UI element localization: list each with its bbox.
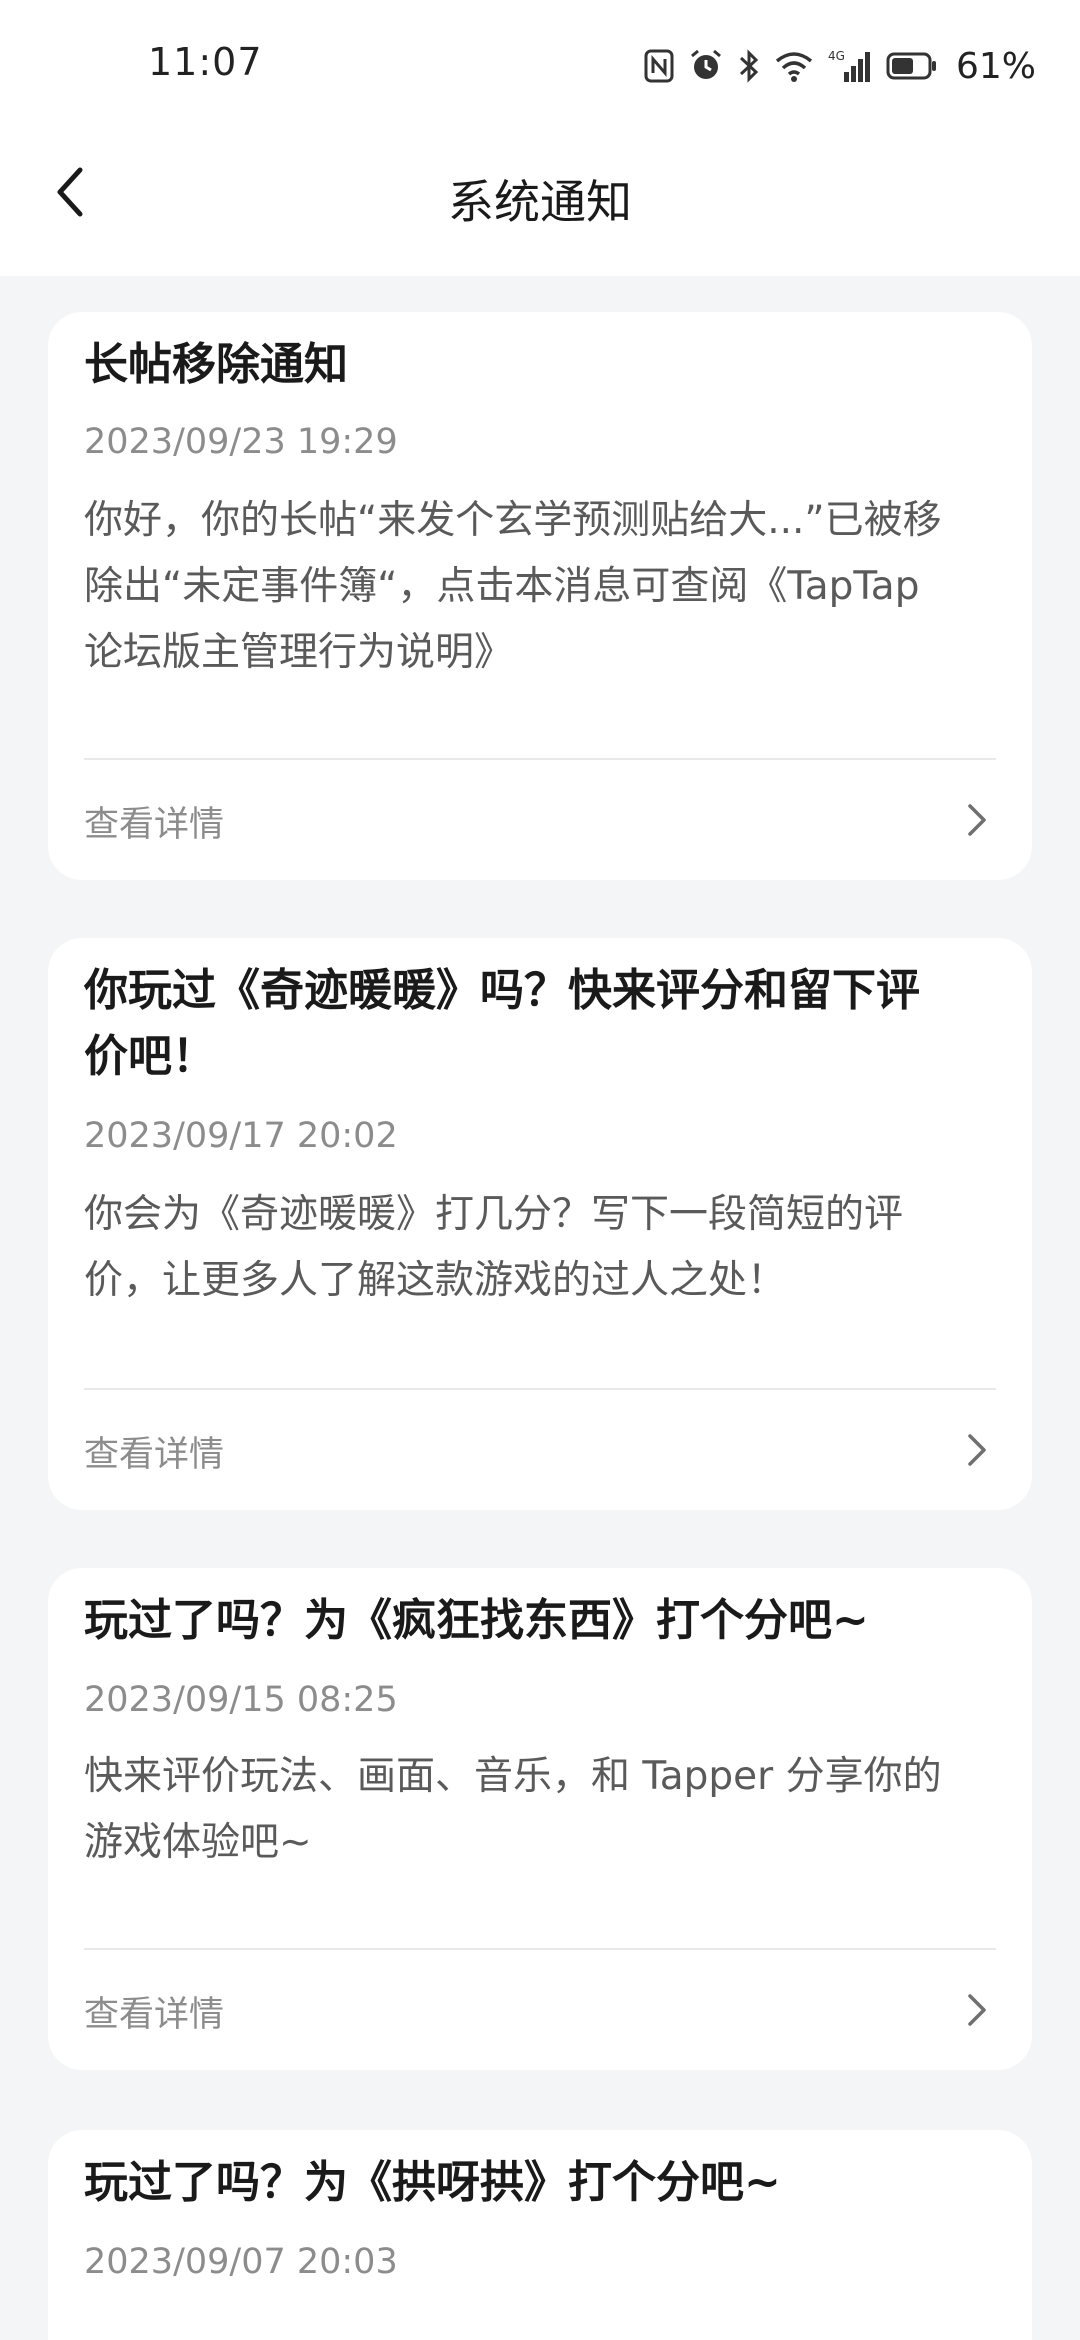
notification-body-line: 价，让更多人了解这款游戏的过人之处！ — [84, 1258, 787, 1303]
notification-card[interactable]: 玩过了吗？为《拱呀拱》打个分吧~ 2023/09/07 20:03 — [48, 2130, 1032, 2340]
status-icons: 4G 61% — [644, 44, 1036, 88]
wifi-icon — [774, 49, 814, 83]
notification-card[interactable]: 你玩过《奇迹暖暖》吗？快来评分和留下评 价吧！ 2023/09/17 20:02… — [48, 938, 1032, 1510]
notification-body-line: 论坛版主管理行为说明》 — [84, 630, 514, 675]
signal-4g-icon: 4G — [828, 48, 872, 84]
chevron-right-icon — [962, 800, 992, 840]
notification-body: 你会为《奇迹暖暖》打几分？写下一段简短的评 价，让更多人了解这款游戏的过人之处！ — [84, 1182, 996, 1314]
battery-percent: 61% — [955, 45, 1036, 87]
notification-title: 长帖移除通知 — [84, 339, 348, 390]
notification-title: 玩过了吗？为《疯狂找东西》打个分吧~ — [84, 1595, 869, 1646]
notification-title-line: 价吧！ — [84, 1031, 216, 1082]
notification-date: 2023/09/23 19:29 — [84, 422, 398, 462]
status-time: 11:07 — [148, 40, 263, 84]
notification-body: 你好，你的长帖“来发个玄学预测贴给大...”已被移 除出“未定事件簿“，点击本消… — [84, 488, 996, 686]
view-details-label: 查看详情 — [84, 1435, 225, 1475]
view-details-link[interactable]: 查看详情 — [48, 1950, 1032, 2070]
nav-bar: 系统通知 — [0, 130, 1080, 276]
notification-body: 快来评价玩法、画面、音乐，和 Tapper 分享你的 游戏体验吧~ — [84, 1744, 996, 1876]
notification-date: 2023/09/17 20:02 — [84, 1116, 398, 1156]
notification-list[interactable]: 长帖移除通知 2023/09/23 19:29 你好，你的长帖“来发个玄学预测贴… — [0, 276, 1080, 2340]
notification-body-line: 你好，你的长帖“来发个玄学预测贴给大...”已被移 — [84, 498, 942, 543]
notification-title: 你玩过《奇迹暖暖》吗？快来评分和留下评 价吧！ — [84, 958, 996, 1090]
notification-date: 2023/09/15 08:25 — [84, 1680, 398, 1720]
chevron-right-icon — [962, 1430, 992, 1470]
status-bar: 11:07 4G 61% — [0, 0, 1080, 130]
battery-icon — [886, 51, 938, 81]
view-details-link[interactable]: 查看详情 — [48, 760, 1032, 880]
notification-title-line: 你玩过《奇迹暖暖》吗？快来评分和留下评 — [84, 965, 920, 1016]
bluetooth-icon — [738, 48, 760, 84]
notification-body-line: 游戏体验吧~ — [84, 1820, 312, 1865]
alarm-icon — [688, 48, 724, 84]
notification-body-line: 你会为《奇迹暖暖》打几分？写下一段简短的评 — [84, 1192, 904, 1237]
notification-card[interactable]: 长帖移除通知 2023/09/23 19:29 你好，你的长帖“来发个玄学预测贴… — [48, 312, 1032, 880]
notification-date: 2023/09/07 20:03 — [84, 2242, 398, 2282]
notification-card[interactable]: 玩过了吗？为《疯狂找东西》打个分吧~ 2023/09/15 08:25 快来评价… — [48, 1568, 1032, 2070]
nfc-icon — [644, 49, 674, 83]
notification-title: 玩过了吗？为《拱呀拱》打个分吧~ — [84, 2157, 781, 2208]
view-details-label: 查看详情 — [84, 1995, 225, 2035]
notification-body-line: 除出“未定事件簿“，点击本消息可查阅《TapTap — [84, 564, 920, 609]
page-title: 系统通知 — [448, 175, 632, 229]
network-type-label: 4G — [828, 49, 845, 63]
view-details-link[interactable]: 查看详情 — [48, 1390, 1032, 1510]
notification-body-line: 快来评价玩法、画面、音乐，和 Tapper 分享你的 — [84, 1754, 942, 1799]
view-details-label: 查看详情 — [84, 805, 225, 845]
chevron-right-icon — [962, 1990, 992, 2030]
